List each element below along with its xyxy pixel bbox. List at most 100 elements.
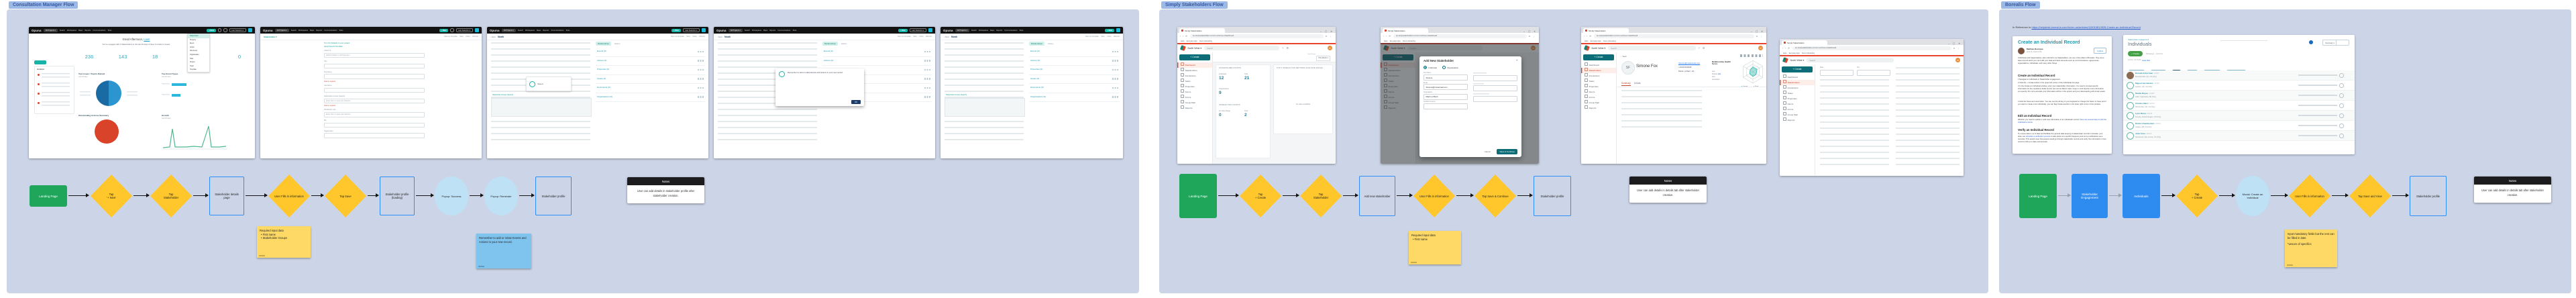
url-field[interactable]: au.simplystakeholders.com/cm-AU/new-ui/d… [1189,34,1324,38]
section-label-simply-stakeholders[interactable]: Simply Stakeholders Flow [1161,1,1228,9]
flow-tap-stakeholder[interactable]: Tap Stakeholder [150,175,192,217]
list-item[interactable]: Lynn Runa I-00435 Kumasi, Ashanti Region,… [2123,111,2355,121]
sidebar-item-dashboard[interactable]: Dashboard [1780,74,1815,80]
url-field[interactable]: au.simplystakeholders.com/cm-AU/new-ui/d… [1393,34,1527,38]
screenshot-borealis-help-article[interactable]: Create an Individual Record Mathieu Bour… [2012,36,2112,154]
relation-row[interactable]: Properties (0) [1029,66,1120,75]
opuna-nav[interactable]: Search Workspaces Maps Reports Communica… [291,30,343,32]
relation-row[interactable]: Issues (0) [596,75,705,84]
menu-item[interactable]: Template [188,68,209,72]
list-item[interactable]: Sheila Reyes I-01385 Jadis, Cajamarca, PE… [2123,91,2355,101]
relation-row[interactable]: Events (0) [596,48,705,57]
sidebar-item-dashboard[interactable]: Dashboard [1177,62,1212,68]
state-input[interactable] [1820,69,1854,76]
relation-row[interactable]: Events (0) [1029,48,1120,57]
sidebar-item-tasks[interactable]: Tasks [1177,79,1212,84]
new-button[interactable]: + New [898,28,908,32]
refresh-icon[interactable] [2339,73,2344,78]
flow-tap-save[interactable]: Tap Save [325,175,366,217]
projects-dropdown[interactable]: All Projects ▾ [728,28,743,32]
mail-icon[interactable] [223,28,227,32]
browser-tab[interactable]: Simply Stakeholders [1383,28,1428,33]
section-label-borealis[interactable]: Borealis Flow [2000,1,2041,9]
sidebar-item-interactions[interactable]: Interactions [1581,73,1616,79]
gear-icon[interactable]: ⚙ [1286,46,1289,50]
bio-input[interactable] [324,122,425,128]
input-skeleton[interactable] [1473,85,1517,92]
actions-filter-pill[interactable] [34,60,46,64]
ok-button[interactable]: OK [851,100,861,104]
sidebar-item-forms[interactable]: Forms [1780,107,1815,112]
first-name-input[interactable] [324,74,425,79]
relation-row[interactable]: Actions (0) [596,57,705,66]
sidebar-item-group-mail[interactable]: Group Mail [1780,112,1815,117]
relation-row[interactable]: Actions (0) [1029,57,1120,66]
profile-icon[interactable] [475,28,479,32]
toolbar-links[interactable]: Save as Template Save Close Refresh [898,36,932,38]
avatar[interactable]: ST [1758,46,1763,51]
profile-actions-icons[interactable] [1740,54,1763,57]
event-type-bar[interactable] [172,83,186,86]
nav-arrows-icon[interactable]: ‹ › ⟳ [1782,47,1790,50]
back-link[interactable]: ← Back [1620,55,1627,58]
search-input[interactable]: Search [1807,58,1894,62]
tab-summary[interactable]: Summary [1621,82,1631,86]
new-dropdown-menu[interactable]: Stakeholder Property Event Action Docume… [187,34,210,72]
new-button[interactable]: + New [1105,28,1114,32]
flow-tap-stakeholder[interactable]: Tap Stakeholder [1300,175,1342,217]
city-input[interactable] [1857,69,1890,76]
last-selection-dropdown[interactable]: Last Selection ▾ [229,28,246,33]
refresh-icon[interactable] [2339,83,2344,88]
actions-card[interactable]: Actions [34,66,74,114]
back-link[interactable]: ‹ Back [490,36,496,38]
sidebar-item-interactions[interactable]: Interactions [1177,73,1212,79]
last-name-input[interactable] [324,87,425,93]
action-row[interactable] [38,83,70,89]
toolbar-links[interactable]: Save as Template Save Close Refresh [671,36,705,38]
toolbar-links[interactable]: Save as Template Save Close Refresh [444,36,478,38]
organisation-input[interactable]: Martin pl Barri [1424,93,1468,100]
flow-stakeholder-profile[interactable]: Stakeholder profile [1534,176,1571,216]
projects-dropdown[interactable]: All Projects ▾ [955,28,969,32]
selected-groups-box[interactable] [491,98,592,117]
refresh-icon[interactable] [2339,93,2344,98]
screenshot-opuna-record-reminder[interactable]: Opuna All Projects ▾ Search Workspaces M… [714,27,935,158]
tab-details[interactable]: Details [1634,82,1641,85]
profile-icon[interactable] [928,28,932,32]
org-switcher[interactable]: North West ▾ [1592,47,1606,50]
lists-selector[interactable]: Enter Term to open the Selector [324,112,425,117]
last-selection-dropdown[interactable]: Last Selection ▾ [455,28,473,33]
flow-landing-page[interactable]: Landing Page [2019,174,2057,218]
avatar[interactable]: ST [1955,58,1960,63]
list-item[interactable]: Donald Ackerman I-00007 Bromptonville, QC… [2123,70,2355,81]
last-selection-dropdown[interactable]: Last Selection ▾ [909,28,926,33]
relation-row[interactable]: Events (0) [822,48,932,57]
browser-icons[interactable]: ★ ⋮ [1953,47,1961,50]
sidebar-item-farms[interactable]: Farms [1581,89,1616,95]
action-row[interactable] [38,92,70,98]
save-continue-button[interactable]: Save & Continue [1497,149,1517,154]
reminder-dialog[interactable]: Remember to add or relate Events and Act… [775,68,864,106]
growth-line-chart[interactable] [160,121,230,152]
bell-icon[interactable] [217,28,222,32]
flow-tap-save-view[interactable]: Tap Save and View [2349,175,2391,217]
flow-stakeholder-profile[interactable]: Stakeholder profile [2410,176,2447,216]
tab-relationships[interactable]: Relationships [822,42,838,46]
range-select[interactable]: This Month ▾ [1316,55,1330,61]
gear-icon[interactable]: ⚙ [1703,46,1705,50]
org-switcher[interactable]: North West ▾ [1790,59,1805,62]
sticky-required-input[interactable]: Required input data First name [1409,231,1461,264]
sidebar-item-properties[interactable]: Properties [1780,96,1815,101]
flow-landing-page[interactable]: Landing Page [1179,174,1217,218]
refresh-icon[interactable] [2339,113,2344,118]
add-stakeholder-modal[interactable]: Add New Stakeholder ✕ Individual Organis… [1419,56,1521,157]
tab-history[interactable]: History [1046,42,1056,46]
more-options[interactable] [2336,40,2349,46]
sidebar-item-reports[interactable]: Reports [1581,105,1616,111]
follow-button[interactable]: Follow [2094,48,2106,54]
sidebar-item-stakeholders[interactable]: Stakeholders [1177,68,1212,73]
screenshot-borealis-individuals[interactable]: Stakeholder engagement Individuals Summa… [2123,35,2355,154]
sticky-reminder[interactable]: Remember to add or relate Events and Act… [476,234,531,268]
sidebar-item-farms[interactable]: Farms [1780,101,1815,107]
flow-landing-page[interactable]: Landing Page [30,185,67,207]
